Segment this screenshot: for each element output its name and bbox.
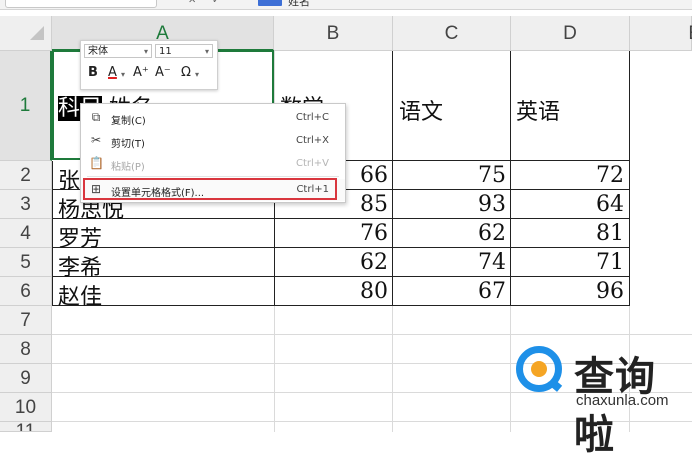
logo-handle-icon bbox=[547, 378, 563, 392]
cell-chinese[interactable]: 67 bbox=[394, 279, 506, 304]
cell-name[interactable]: 赵佳 bbox=[58, 279, 102, 311]
row-header-8[interactable]: 8 bbox=[0, 335, 52, 364]
symbol-button[interactable]: Ω bbox=[181, 65, 191, 80]
select-all-icon bbox=[30, 26, 44, 40]
cell-math[interactable]: 80 bbox=[276, 279, 388, 304]
column-header-c[interactable]: C bbox=[393, 16, 511, 51]
paste-icon: 📋 bbox=[89, 156, 104, 170]
table-border bbox=[510, 51, 511, 306]
cell-english[interactable]: 71 bbox=[512, 250, 624, 275]
column-header-b[interactable]: B bbox=[274, 16, 393, 51]
chevron-down-icon: ▾ bbox=[204, 47, 209, 56]
decrease-font-button[interactable]: A⁻ bbox=[155, 65, 171, 80]
select-all-corner[interactable] bbox=[0, 16, 52, 51]
chevron-down-icon[interactable]: ▾ bbox=[121, 70, 125, 79]
font-color-button[interactable]: A bbox=[108, 65, 117, 80]
cell-chinese[interactable]: 93 bbox=[394, 192, 506, 217]
mini-toolbar: 宋体 ▾ 11 ▾ B A ▾ A⁺ A⁻ Ω ▾ bbox=[80, 40, 218, 90]
name-box[interactable] bbox=[5, 0, 157, 8]
cell-d1[interactable]: 英语 bbox=[516, 94, 560, 126]
column-header-d[interactable]: D bbox=[511, 16, 630, 51]
font-size-select[interactable]: 11 ▾ bbox=[155, 44, 213, 58]
cell-chinese[interactable]: 75 bbox=[394, 163, 506, 188]
cell-chinese[interactable]: 62 bbox=[394, 221, 506, 246]
row-header-10[interactable]: 10 bbox=[0, 393, 52, 422]
row-header-7[interactable]: 7 bbox=[0, 306, 52, 335]
row-header-4[interactable]: 4 bbox=[0, 219, 52, 248]
cut-icon: ✂ bbox=[90, 133, 102, 147]
font-name-select[interactable]: 宋体 ▾ bbox=[84, 44, 152, 58]
cell-name[interactable]: 李希 bbox=[58, 250, 102, 282]
table-border bbox=[52, 276, 630, 277]
menu-item-copy[interactable]: ⧉ 复制(C) Ctrl+C bbox=[81, 107, 345, 129]
formula-input[interactable]: 姓名 bbox=[288, 0, 310, 9]
row-header-1[interactable]: 1 bbox=[0, 51, 52, 161]
cell-chinese[interactable]: 74 bbox=[394, 250, 506, 275]
cell-english[interactable]: 96 bbox=[512, 279, 624, 304]
table-border bbox=[52, 161, 53, 306]
column-header-e[interactable]: E bbox=[630, 16, 692, 51]
watermark-url: chaxunla.com bbox=[576, 392, 669, 409]
row-header-3[interactable]: 3 bbox=[0, 190, 52, 219]
copy-icon: ⧉ bbox=[91, 110, 101, 124]
row-header-5[interactable]: 5 bbox=[0, 248, 52, 277]
table-border bbox=[629, 51, 630, 306]
row-header-9[interactable]: 9 bbox=[0, 364, 52, 393]
table-border bbox=[344, 160, 630, 161]
cell-math[interactable]: 62 bbox=[276, 250, 388, 275]
cell-name[interactable]: 罗芳 bbox=[58, 221, 102, 253]
confirm-icon[interactable]: ✓ bbox=[212, 0, 220, 6]
table-border bbox=[274, 190, 275, 306]
increase-font-button[interactable]: A⁺ bbox=[133, 65, 149, 80]
logo-dot-icon bbox=[531, 361, 547, 377]
cell-name[interactable]: 张 bbox=[58, 163, 80, 195]
cell-c1[interactable]: 语文 bbox=[399, 94, 443, 126]
bold-button[interactable]: B bbox=[88, 65, 98, 80]
cell-english[interactable]: 81 bbox=[512, 221, 624, 246]
cell-english[interactable]: 64 bbox=[512, 192, 624, 217]
chevron-down-icon[interactable]: ▾ bbox=[195, 70, 199, 79]
menu-item-cut[interactable]: ✂ 剪切(T) Ctrl+X bbox=[81, 130, 345, 152]
cell-math[interactable]: 76 bbox=[276, 221, 388, 246]
chevron-down-icon: ▾ bbox=[143, 47, 148, 56]
fx-cell-icon bbox=[258, 0, 282, 6]
table-border bbox=[392, 51, 393, 306]
menu-separator bbox=[87, 176, 339, 177]
table-border bbox=[52, 247, 630, 248]
highlight-box bbox=[83, 178, 337, 200]
row-header-6[interactable]: 6 bbox=[0, 277, 52, 306]
menu-item-paste[interactable]: 📋 粘贴(P) Ctrl+V bbox=[81, 153, 345, 175]
table-border bbox=[52, 305, 630, 306]
row-header-2[interactable]: 2 bbox=[0, 161, 52, 190]
grid-line bbox=[52, 334, 692, 335]
cell-english[interactable]: 72 bbox=[512, 163, 624, 188]
row-header-11[interactable]: 11 bbox=[0, 422, 52, 432]
cancel-icon[interactable]: ✕ bbox=[188, 0, 196, 6]
table-border bbox=[52, 218, 630, 219]
